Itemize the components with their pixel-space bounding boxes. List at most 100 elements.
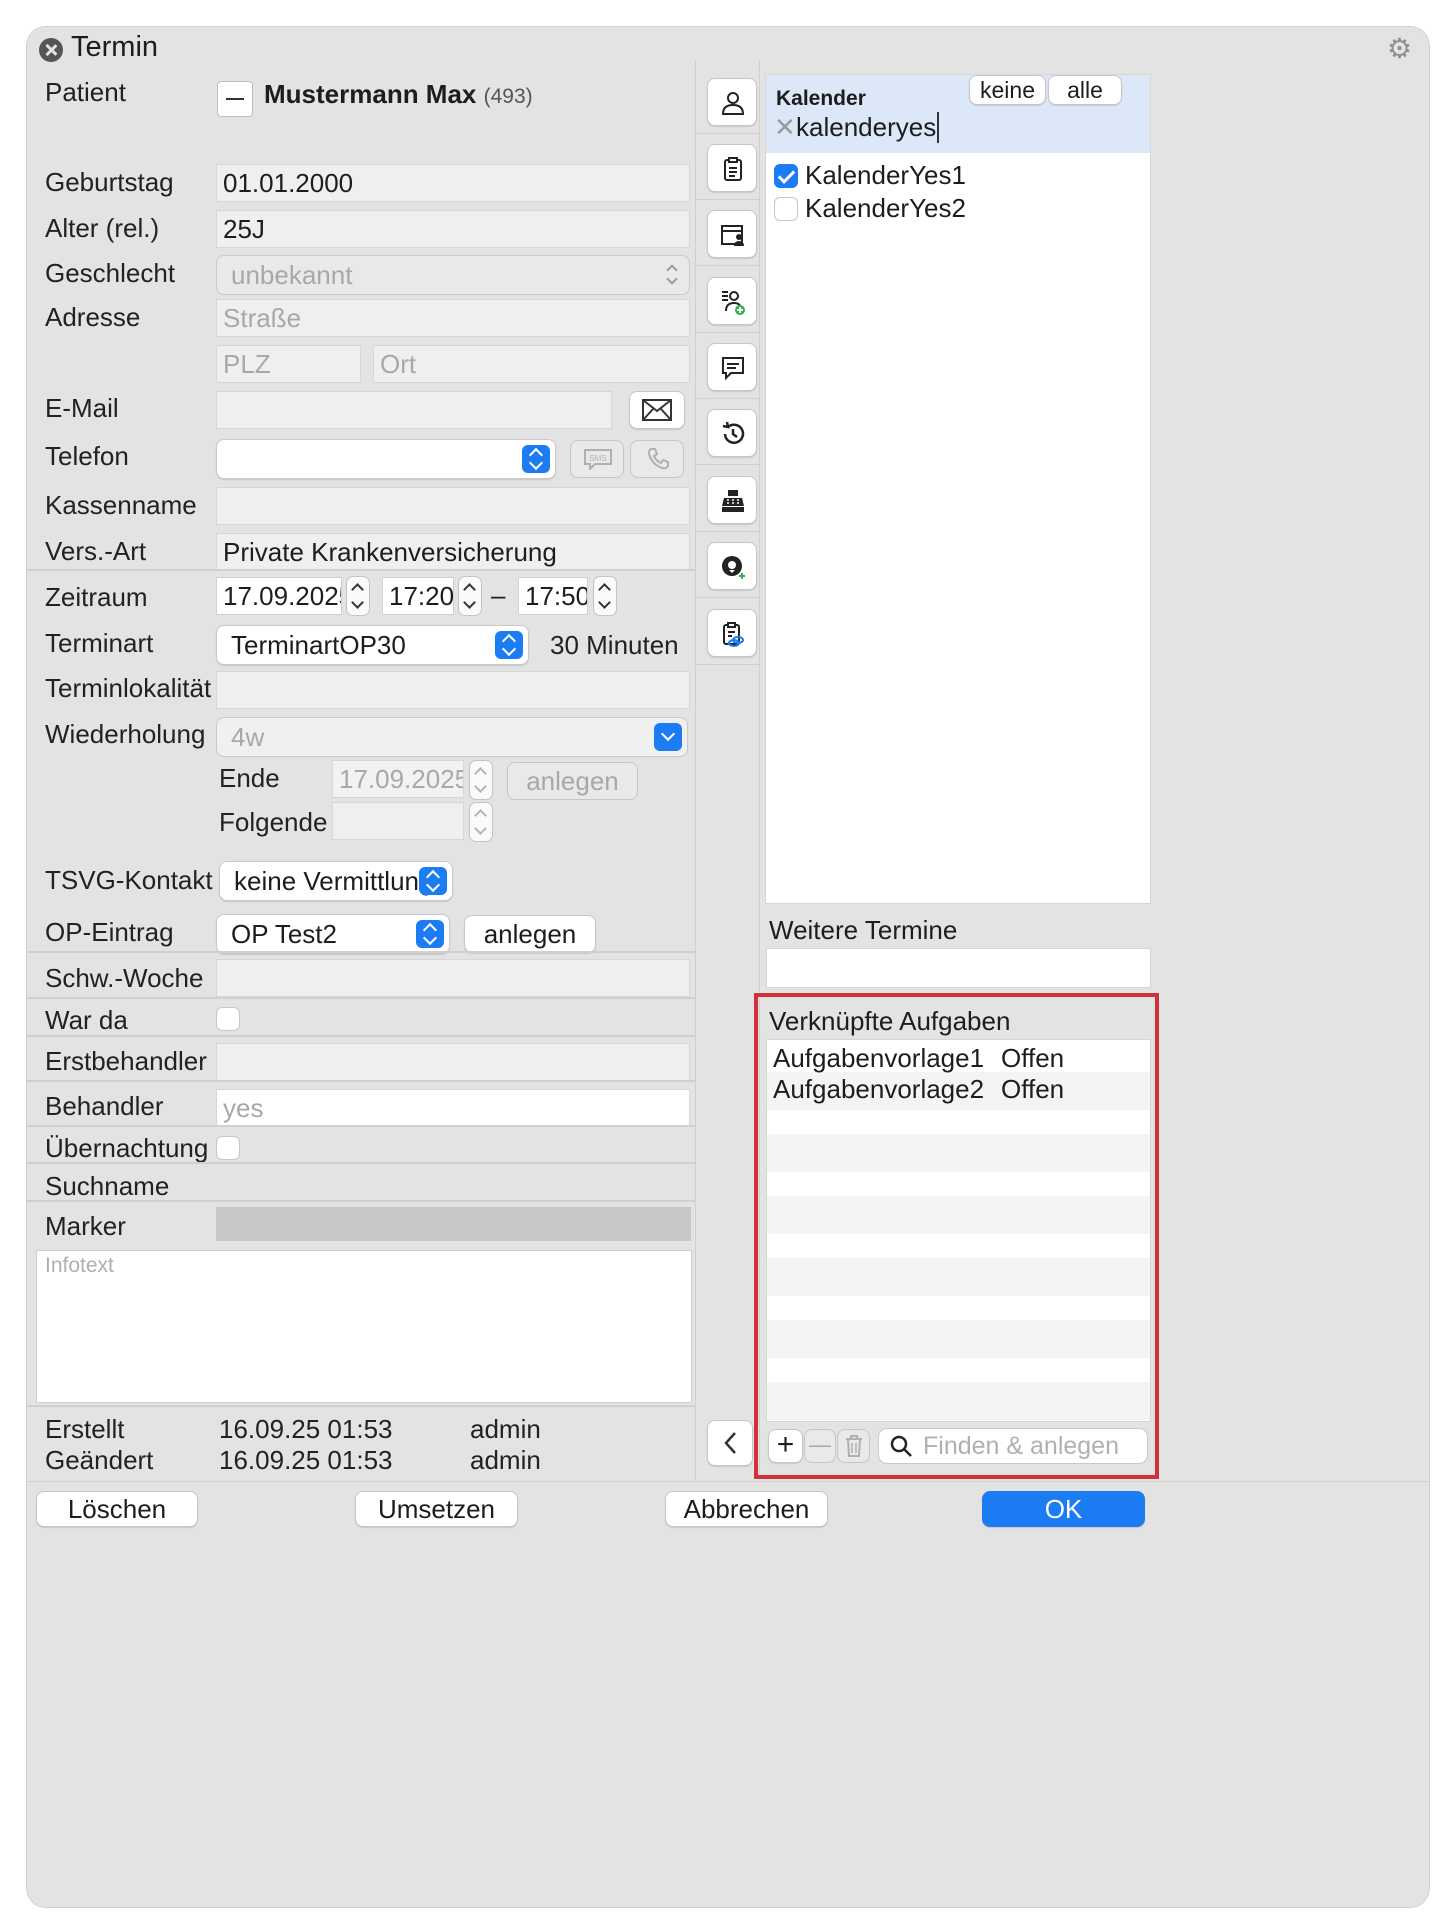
- repeat-label: Wiederholung: [45, 719, 206, 749]
- select-arrows-icon: [416, 920, 444, 948]
- changed-date: 16.09.25 01:53: [219, 1445, 393, 1475]
- linked-record-button[interactable]: [707, 609, 757, 657]
- select-arrows-icon: [419, 867, 447, 895]
- repeat-end-stepper[interactable]: [469, 760, 493, 800]
- op-label: OP-Eintrag: [45, 917, 174, 947]
- patient-display: Mustermann Max (493): [264, 79, 533, 110]
- divider: [27, 1200, 695, 1202]
- cash-register-icon: [722, 490, 744, 512]
- cancel-button[interactable]: Abbrechen: [665, 1491, 828, 1527]
- insurer-field[interactable]: [216, 487, 690, 525]
- clear-search-icon[interactable]: ✕: [774, 112, 796, 143]
- end-time-field[interactable]: 17:50: [518, 577, 588, 615]
- appointment-window: Termin ⚙ Patient Mustermann Max (493) Ge…: [26, 26, 1430, 1908]
- patient-button[interactable]: [707, 78, 757, 126]
- following-field[interactable]: [332, 802, 464, 840]
- history-icon: [722, 421, 745, 444]
- calendar-checkbox-1[interactable]: [774, 164, 798, 188]
- was-there-checkbox[interactable]: [216, 1007, 240, 1031]
- date-stepper[interactable]: [346, 576, 370, 616]
- calendar-header: Kalender keine alle ✕ kalenderyes: [766, 75, 1150, 153]
- changed-by: admin: [470, 1445, 541, 1475]
- patient-collapse-button[interactable]: [217, 81, 253, 117]
- email-field[interactable]: [216, 391, 612, 429]
- start-time-field[interactable]: 17:20: [382, 577, 454, 615]
- phone-icon: [647, 448, 669, 470]
- first-treater-field[interactable]: [216, 1043, 690, 1081]
- select-all-button[interactable]: alle: [1048, 75, 1122, 105]
- calendar-item-label: KalenderYes2: [805, 193, 966, 223]
- add-person-button[interactable]: [707, 277, 757, 325]
- treater-field[interactable]: yes: [216, 1089, 690, 1127]
- support-button[interactable]: [707, 542, 757, 590]
- call-button[interactable]: [630, 440, 684, 478]
- op-create-button[interactable]: anlegen: [464, 915, 596, 953]
- collapse-panel-button[interactable]: [707, 1420, 753, 1466]
- title-bar: Termin ⚙: [27, 27, 1429, 73]
- calendar-search-input[interactable]: kalenderyes: [796, 112, 940, 143]
- select-arrows-icon: [495, 631, 523, 659]
- changed-label: Geändert: [45, 1445, 154, 1475]
- street-field[interactable]: Straße: [216, 299, 690, 337]
- city-field[interactable]: Ort: [373, 345, 690, 383]
- delete-button[interactable]: Löschen: [36, 1491, 198, 1527]
- patient-name: Mustermann Max: [264, 79, 477, 109]
- was-there-label: War da: [45, 1005, 128, 1035]
- message-button[interactable]: [707, 343, 757, 391]
- date-field[interactable]: 17.09.2025: [216, 577, 342, 615]
- divider: [696, 664, 759, 665]
- op-select[interactable]: OP Test2: [216, 914, 450, 954]
- search-name-label: Suchname: [45, 1171, 170, 1201]
- gender-select[interactable]: unbekannt: [216, 255, 690, 295]
- sms-button[interactable]: SMS: [570, 440, 624, 478]
- start-time-stepper[interactable]: [458, 576, 482, 616]
- overnight-checkbox[interactable]: [216, 1136, 240, 1160]
- divider: [27, 951, 695, 953]
- ok-button[interactable]: OK: [982, 1491, 1145, 1527]
- record-button[interactable]: [707, 144, 757, 192]
- divider: [696, 133, 759, 134]
- history-button[interactable]: [707, 409, 757, 457]
- age-label: Alter (rel.): [45, 213, 160, 243]
- repeat-end-field[interactable]: 17.09.2025: [332, 760, 464, 798]
- repeat-create-button[interactable]: anlegen: [507, 762, 638, 800]
- address-label: Adresse: [45, 302, 141, 332]
- person-icon: [721, 92, 745, 115]
- pregnancy-week-field[interactable]: [216, 959, 690, 997]
- first-treater-label: Erstbehandler: [45, 1046, 207, 1076]
- calendar-checkbox-2[interactable]: [774, 197, 798, 221]
- sms-icon: SMS: [584, 449, 612, 470]
- zip-field[interactable]: PLZ: [216, 345, 361, 383]
- age-field[interactable]: 25J: [216, 210, 690, 248]
- insurance-type-field[interactable]: Private Krankenversicherung: [216, 533, 690, 571]
- divider: [27, 569, 695, 571]
- billing-button[interactable]: [707, 476, 757, 524]
- tsvg-select[interactable]: keine Vermittlung: [219, 861, 453, 901]
- duration-text: 30 Minuten: [550, 630, 679, 660]
- chat-icon: [722, 357, 744, 381]
- calendar-title: Kalender: [776, 87, 866, 110]
- select-none-button[interactable]: keine: [969, 75, 1046, 105]
- more-appointments-title: Weitere Termine: [769, 915, 958, 945]
- location-field[interactable]: [216, 671, 690, 709]
- birthday-field[interactable]: 01.01.2000: [216, 164, 690, 202]
- move-button[interactable]: Umsetzen: [355, 1491, 518, 1527]
- calendar-person-button[interactable]: [707, 210, 757, 258]
- end-time-stepper[interactable]: [593, 576, 617, 616]
- phone-select[interactable]: [216, 439, 556, 479]
- send-mail-button[interactable]: [629, 391, 685, 429]
- marker-label: Marker: [45, 1211, 126, 1241]
- chevron-down-icon: [654, 723, 682, 751]
- following-stepper[interactable]: [469, 802, 493, 842]
- gender-label: Geschlecht: [45, 258, 176, 288]
- appt-type-select[interactable]: TerminartOP30: [216, 625, 529, 665]
- birthday-label: Geburtstag: [45, 167, 174, 197]
- gear-icon[interactable]: ⚙: [1387, 35, 1412, 63]
- divider: [27, 1162, 695, 1164]
- appt-type-value: TerminartOP30: [231, 630, 406, 660]
- info-textarea[interactable]: Infotext: [36, 1250, 692, 1403]
- repeat-select[interactable]: 4w: [216, 717, 688, 757]
- close-icon[interactable]: [39, 38, 63, 62]
- appt-type-label: Terminart: [45, 628, 154, 658]
- marker-field[interactable]: [216, 1207, 691, 1241]
